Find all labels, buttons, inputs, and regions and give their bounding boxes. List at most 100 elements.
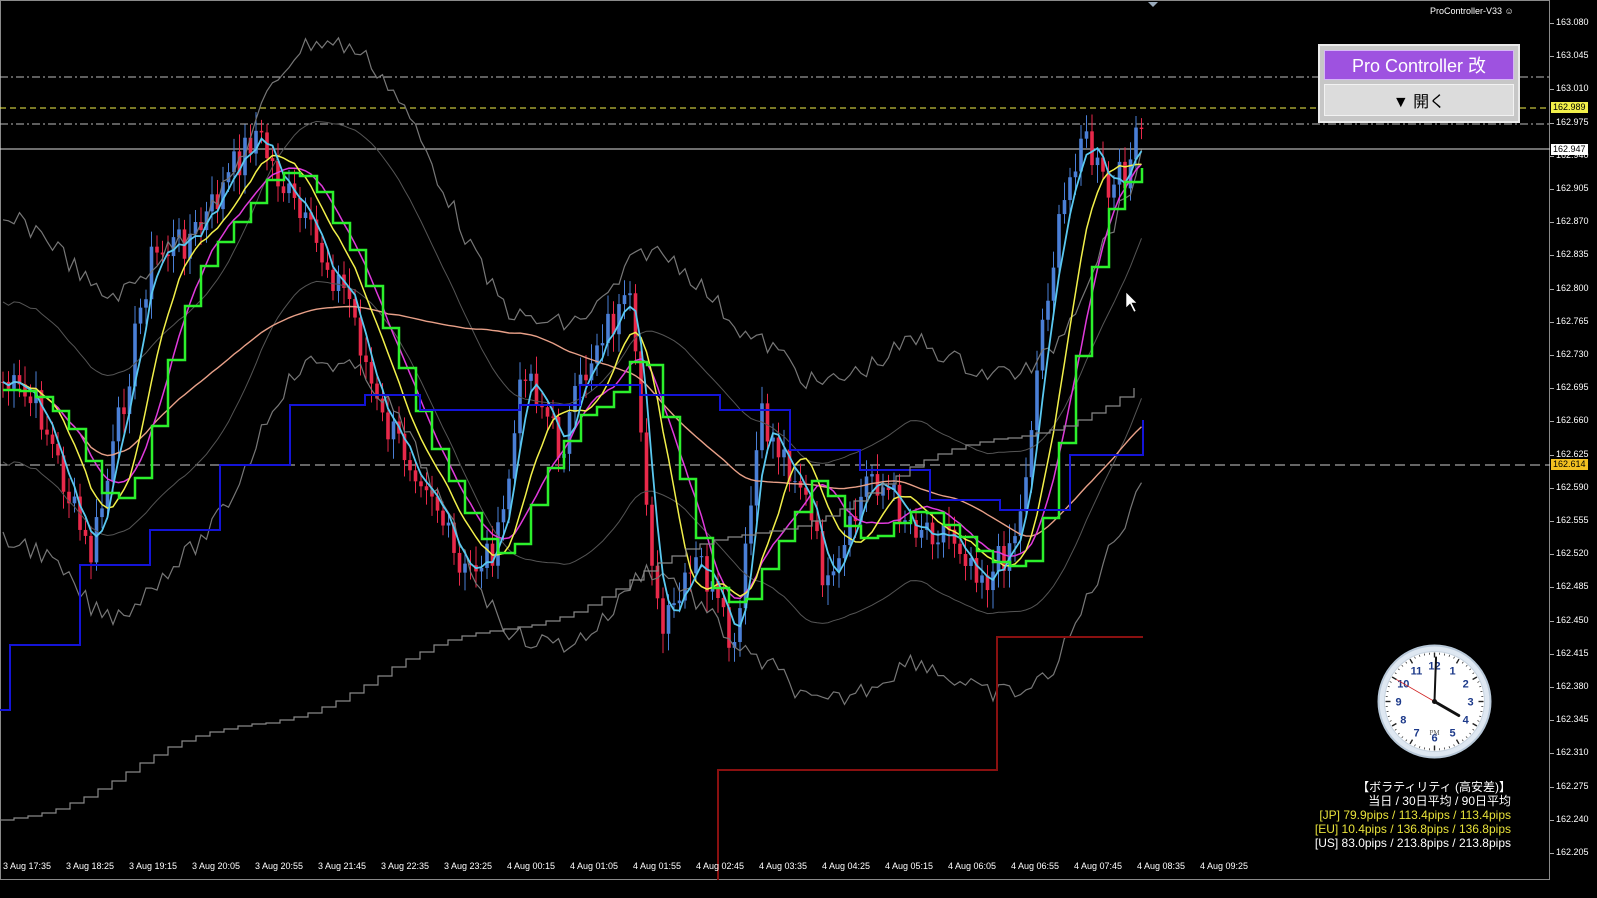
candle-body xyxy=(298,197,302,219)
volatility-row-us: [US] 83.0pips / 213.8pips / 213.8pips xyxy=(1314,836,1511,850)
candle-body xyxy=(694,557,698,574)
candle-body xyxy=(45,429,49,435)
time-tick: 3 Aug 18:25 xyxy=(66,861,115,871)
price-tick: 162.800 xyxy=(1556,282,1589,293)
candle-body xyxy=(529,373,533,381)
candle-body xyxy=(699,556,704,558)
clock-number: 10 xyxy=(1397,679,1409,691)
time-tick: 3 Aug 20:05 xyxy=(192,861,241,871)
candle-body xyxy=(831,571,836,576)
candle-body xyxy=(424,486,429,491)
candle-body xyxy=(1062,200,1067,215)
volatility-panel: 【ボラティリティ (高安差)】 当日 / 30日平均 / 90日平均 [JP] … xyxy=(1315,780,1511,850)
volatility-row-eu: [EU] 10.4pips / 136.8pips / 136.8pips xyxy=(1314,822,1511,836)
candle-body xyxy=(1051,267,1056,301)
price-tick: 163.045 xyxy=(1556,50,1589,61)
clock-number: 7 xyxy=(1413,728,1419,740)
candle-body xyxy=(782,449,786,458)
candle-body xyxy=(144,299,148,308)
tick-mark xyxy=(1550,288,1554,290)
candle-body xyxy=(523,379,528,381)
scroll-marker-icon xyxy=(1148,2,1158,7)
candle-body xyxy=(545,407,550,417)
time-tick: 4 Aug 03:35 xyxy=(759,861,808,871)
time-tick: 4 Aug 01:05 xyxy=(570,861,619,871)
candle-body xyxy=(419,481,423,487)
candle-body xyxy=(83,529,88,536)
candle-body xyxy=(331,269,335,292)
clock-number: 9 xyxy=(1395,697,1401,709)
clock-number: 11 xyxy=(1411,665,1423,677)
tick-mark xyxy=(1550,753,1554,755)
candle-body xyxy=(661,598,665,634)
candle-body xyxy=(325,262,330,270)
candle-body xyxy=(897,484,902,523)
pro-controller-panel: Pro Controller 改 ▼ 開く xyxy=(1318,44,1520,123)
price-tick: 163.080 xyxy=(1556,17,1589,27)
tick-mark xyxy=(1550,255,1554,257)
price-tick: 162.345 xyxy=(1556,714,1589,725)
price-tick: 163.010 xyxy=(1556,83,1589,94)
time-tick: 3 Aug 19:15 xyxy=(129,861,178,871)
candle-body xyxy=(369,362,374,384)
candle-body xyxy=(644,432,649,505)
candle-body xyxy=(1139,127,1144,130)
candle-body xyxy=(358,317,363,356)
time-tick: 4 Aug 04:25 xyxy=(822,861,871,871)
tick-mark xyxy=(1550,355,1554,356)
price-tick: 162.975 xyxy=(1556,116,1589,127)
candle-body xyxy=(100,508,104,518)
candle-body xyxy=(463,563,467,573)
candle-body xyxy=(996,546,1001,572)
candle-body xyxy=(138,307,143,324)
price-tick: 162.205 xyxy=(1556,847,1589,857)
price-tick: 162.310 xyxy=(1556,747,1589,758)
candle-body xyxy=(28,396,33,404)
price-tick: 162.275 xyxy=(1556,780,1589,791)
candle-body xyxy=(1035,370,1039,431)
candle-body xyxy=(1090,131,1094,166)
volatility-title: 【ボラティリティ (高安差)】 xyxy=(1357,780,1511,794)
candle-body xyxy=(1095,157,1100,166)
candle-body xyxy=(600,343,605,346)
volatility-row-jp: [JP] 79.9pips / 113.4pips / 113.4pips xyxy=(1319,808,1511,822)
candle-body xyxy=(457,552,462,573)
price-tick: 162.590 xyxy=(1556,481,1589,492)
price-tick: 162.240 xyxy=(1556,813,1589,824)
candle-body xyxy=(210,194,214,212)
candle-body xyxy=(111,441,115,481)
price-tick: 162.520 xyxy=(1556,548,1589,559)
clock-number: 2 xyxy=(1463,679,1469,691)
candle-body xyxy=(479,567,484,572)
tick-mark xyxy=(1550,122,1554,124)
candle-body xyxy=(1106,171,1111,198)
candle-body xyxy=(1046,300,1050,320)
ma-slow-line xyxy=(2,305,1142,537)
mouse-cursor-icon xyxy=(1125,291,1138,313)
candle-body xyxy=(870,474,874,477)
clock-ampm: PM xyxy=(1429,729,1440,737)
clock-number: 5 xyxy=(1449,728,1455,740)
open-button[interactable]: ▼ 開く xyxy=(1324,84,1514,116)
bollinger-upper xyxy=(2,36,1143,390)
tick-mark xyxy=(1550,587,1554,589)
price-chart[interactable] xyxy=(0,0,1550,880)
pro-controller-title[interactable]: Pro Controller 改 xyxy=(1324,50,1514,80)
price-tick: 162.835 xyxy=(1556,249,1589,260)
price-tick: 162.555 xyxy=(1556,515,1589,525)
time-tick: 4 Aug 08:35 xyxy=(1137,861,1186,871)
tick-mark xyxy=(1550,421,1554,423)
candle-body xyxy=(1040,319,1045,371)
red-step-line xyxy=(717,636,1143,880)
tick-mark xyxy=(1550,222,1554,224)
clock-number: 1 xyxy=(1449,665,1455,677)
price-tick: 162.450 xyxy=(1556,614,1589,625)
candle-body xyxy=(72,496,77,504)
candle-body xyxy=(386,412,390,440)
time-tick: 4 Aug 06:55 xyxy=(1011,861,1060,871)
candle-body xyxy=(446,522,451,526)
price-tick: 162.380 xyxy=(1556,681,1589,691)
price-tick: 162.765 xyxy=(1556,315,1589,326)
candle-body xyxy=(364,355,368,363)
tick-mark xyxy=(1550,321,1554,323)
